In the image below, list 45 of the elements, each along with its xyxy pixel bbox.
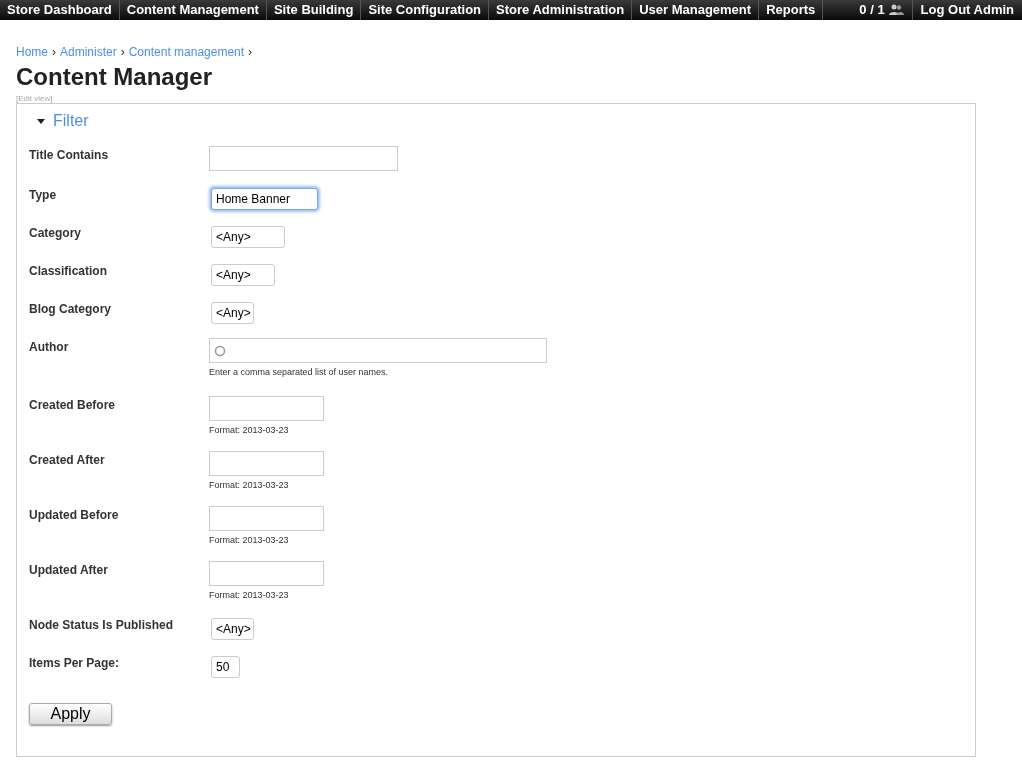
nav-link[interactable]: User Management [632, 0, 760, 20]
users-online-count: 0 / 1 [858, 1, 886, 20]
field-label: Author [29, 339, 70, 356]
field-label: Created After [29, 452, 106, 469]
field-label: Blog Category [29, 301, 112, 318]
text-field[interactable] [209, 396, 324, 421]
select-field[interactable]: <Any> [211, 264, 275, 286]
logout-link[interactable]: Log Out Admin [911, 0, 1022, 20]
field-description: Format: 2013-03-23 [209, 534, 290, 547]
field-description: Format: 2013-03-23 [209, 589, 290, 602]
field-label: Created Before [29, 397, 117, 414]
select-field[interactable]: 50 [211, 656, 240, 678]
field-description: Format: 2013-03-23 [209, 479, 290, 492]
breadcrumb-separator: › [248, 44, 253, 61]
text-field[interactable] [209, 506, 324, 531]
text-field[interactable] [209, 146, 398, 171]
field-label: Title Contains [29, 147, 110, 164]
field-label: Classification [29, 263, 109, 280]
nav-link[interactable]: Reports [759, 0, 824, 20]
users-icon [888, 4, 904, 16]
select-field[interactable]: Home Banner [211, 188, 318, 210]
nav-link[interactable]: Store Dashboard [0, 0, 120, 20]
field-label: Items Per Page: [29, 655, 121, 672]
field-label: Node Status Is Published [29, 617, 175, 634]
apply-button[interactable]: Apply [29, 703, 112, 725]
nav-link[interactable]: Site Building [266, 0, 362, 20]
select-field[interactable]: <Any> [211, 302, 254, 324]
nav-link[interactable]: Site Configuration [361, 0, 490, 20]
page-title: Content Manager [16, 63, 213, 91]
field-label: Updated Before [29, 507, 120, 524]
field-label: Category [29, 225, 82, 242]
breadcrumb-separator: › [52, 44, 56, 61]
field-label: Updated After [29, 562, 109, 579]
select-field[interactable]: <Any> [211, 226, 285, 248]
throbber-icon [214, 344, 226, 357]
nav-link[interactable]: Content Management [119, 0, 267, 20]
field-label: Type [29, 187, 58, 204]
text-field[interactable] [209, 451, 324, 476]
breadcrumb-separator: › [120, 44, 125, 61]
autocomplete-field[interactable] [209, 338, 547, 363]
text-field[interactable] [209, 561, 324, 586]
field-description: Format: 2013-03-23 [209, 424, 290, 437]
nav-link[interactable]: Store Administration [489, 0, 633, 20]
select-field[interactable]: <Any> [211, 618, 254, 640]
field-description: Enter a comma separated list of user names. [209, 366, 390, 379]
